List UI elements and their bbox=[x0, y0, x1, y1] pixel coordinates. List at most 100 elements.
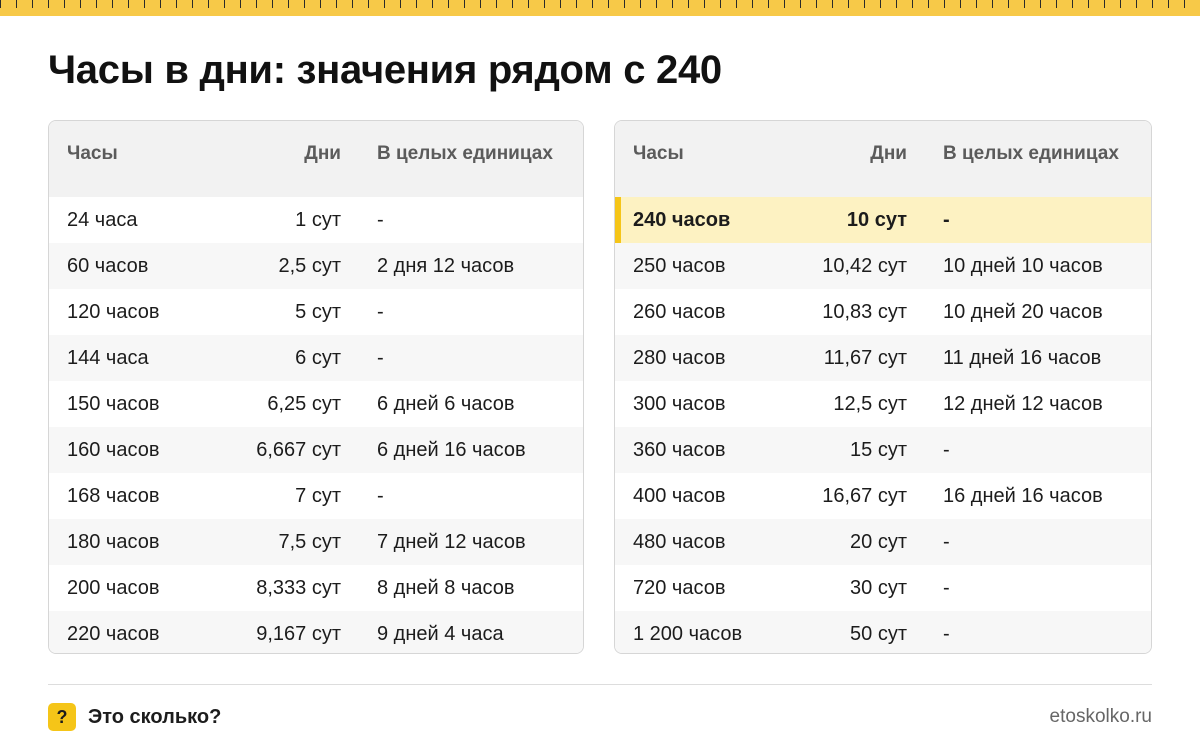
cell-hours: 60 часов bbox=[67, 254, 149, 277]
table-row-highlighted: 240 часов 10 сут - bbox=[615, 197, 1151, 243]
cell-days: 10 сут bbox=[846, 208, 907, 231]
column-header-hours: Часы bbox=[67, 143, 118, 164]
table-row: 720 часов 30 сут - bbox=[615, 565, 1151, 611]
table-row: 160 часов 6,667 сут 6 дней 16 часов bbox=[49, 427, 583, 473]
cell-days: 9,167 сут bbox=[256, 622, 341, 645]
cell-whole-units: 9 дней 4 часа bbox=[377, 622, 504, 645]
cell-whole-units: 10 дней 10 часов bbox=[943, 254, 1103, 277]
cell-whole-units: - bbox=[377, 484, 384, 507]
column-header-days: Дни bbox=[304, 143, 341, 164]
cell-whole-units: 7 дней 12 часов bbox=[377, 530, 526, 553]
cell-days: 12,5 сут bbox=[833, 392, 907, 415]
conversion-table-left: Часы Дни В целых единицах 24 часа 1 сут - 6… bbox=[49, 121, 583, 653]
cell-days: 7,5 сут bbox=[278, 530, 341, 553]
cell-whole-units: 6 дней 16 часов bbox=[377, 438, 526, 461]
table-row: 280 часов 11,67 сут 11 дней 16 часов bbox=[615, 335, 1151, 381]
cell-days: 6,25 сут bbox=[267, 392, 341, 415]
cell-hours: 160 часов bbox=[67, 438, 160, 461]
cell-hours: 360 часов bbox=[633, 438, 726, 461]
cell-days: 20 сут bbox=[850, 530, 907, 553]
table-row: 144 часа 6 сут - bbox=[49, 335, 583, 381]
table-body-right: 240 часов 10 сут - 250 часов 10,42 сут 10 дне… bbox=[615, 197, 1151, 653]
cell-days: 10,42 сут bbox=[822, 254, 907, 277]
table-row: 250 часов 10,42 сут 10 дней 10 часов bbox=[615, 243, 1151, 289]
cell-hours: 150 часов bbox=[67, 392, 160, 415]
cell-whole-units: - bbox=[943, 438, 950, 461]
conversion-table-right: Часы Дни В целых единицах 240 часов 10 су… bbox=[615, 121, 1151, 653]
cell-hours: 24 часа bbox=[67, 208, 138, 231]
page-title: Часы в дни: значения рядом с 240 bbox=[48, 48, 722, 92]
cell-whole-units: - bbox=[377, 346, 384, 369]
cell-whole-units: - bbox=[943, 208, 950, 231]
cell-whole-units: 12 дней 12 часов bbox=[943, 392, 1103, 415]
cell-days: 11,67 сут bbox=[823, 346, 907, 369]
cell-hours: 400 часов bbox=[633, 484, 726, 507]
column-header-hours: Часы bbox=[633, 143, 684, 164]
table-row: 300 часов 12,5 сут 12 дней 12 часов bbox=[615, 381, 1151, 427]
cell-hours: 240 часов bbox=[615, 197, 777, 243]
cell-hours: 180 часов bbox=[67, 530, 160, 553]
cell-whole-units: - bbox=[377, 300, 384, 323]
cell-days: 6 сут bbox=[295, 346, 341, 369]
table-row: 1 200 часов 50 сут - bbox=[615, 611, 1151, 653]
table-row: 150 часов 6,25 сут 6 дней 6 часов bbox=[49, 381, 583, 427]
cell-hours: 300 часов bbox=[633, 392, 726, 415]
cell-whole-units: 2 дня 12 часов bbox=[377, 254, 515, 277]
cell-days: 50 сут bbox=[850, 622, 907, 645]
cell-hours: 480 часов bbox=[633, 530, 726, 553]
table-row: 400 часов 16,67 сут 16 дней 16 часов bbox=[615, 473, 1151, 519]
table-row: 24 часа 1 сут - bbox=[49, 197, 583, 243]
table-header-row: Часы Дни В целых единицах bbox=[49, 121, 583, 197]
table-row: 60 часов 2,5 сут 2 дня 12 часов bbox=[49, 243, 583, 289]
cell-whole-units: 11 дней 16 часов bbox=[943, 346, 1102, 369]
cell-hours: 280 часов bbox=[633, 346, 726, 369]
table-header-row: Часы Дни В целых единицах bbox=[615, 121, 1151, 197]
table-row: 168 часов 7 сут - bbox=[49, 473, 583, 519]
table-card-right: Часы Дни В целых единицах 240 часов 10 су… bbox=[614, 120, 1152, 654]
brand-name: Это сколько? bbox=[88, 706, 222, 728]
table-row: 220 часов 9,167 сут 9 дней 4 часа bbox=[49, 611, 583, 653]
cell-hours: 168 часов bbox=[67, 484, 160, 507]
cell-days: 6,667 сут bbox=[256, 438, 341, 461]
cell-hours: 260 часов bbox=[633, 300, 726, 323]
ruler-stripe bbox=[0, 0, 1200, 16]
cell-days: 10,83 сут bbox=[822, 300, 907, 323]
cell-whole-units: - bbox=[943, 530, 950, 553]
table-row: 360 часов 15 сут - bbox=[615, 427, 1151, 473]
cell-hours: 200 часов bbox=[67, 576, 160, 599]
cell-days: 15 сут bbox=[850, 438, 907, 461]
cell-whole-units: 10 дней 20 часов bbox=[943, 300, 1103, 323]
column-header-whole-units: В целых единицах bbox=[377, 143, 553, 164]
table-row: 480 часов 20 сут - bbox=[615, 519, 1151, 565]
table-row: 200 часов 8,333 сут 8 дней 8 часов bbox=[49, 565, 583, 611]
cell-hours: 250 часов bbox=[633, 254, 726, 277]
cell-days: 8,333 сут bbox=[256, 576, 341, 599]
cell-hours: 120 часов bbox=[67, 300, 160, 323]
table-row: 180 часов 7,5 сут 7 дней 12 часов bbox=[49, 519, 583, 565]
cell-whole-units: - bbox=[943, 622, 950, 645]
cell-hours: 720 часов bbox=[633, 576, 726, 599]
cell-whole-units: - bbox=[943, 576, 950, 599]
cell-whole-units: 8 дней 8 часов bbox=[377, 576, 515, 599]
cell-days: 5 сут bbox=[295, 300, 341, 323]
cell-hours: 144 часа bbox=[67, 346, 149, 369]
table-body-left: 24 часа 1 сут - 60 часов 2,5 сут 2 дня 12 час… bbox=[49, 197, 583, 653]
column-header-days: Дни bbox=[870, 143, 907, 164]
cell-days: 16,67 сут bbox=[822, 484, 907, 507]
cell-hours: 220 часов bbox=[67, 622, 160, 645]
cell-days: 2,5 сут bbox=[278, 254, 341, 277]
table-row: 260 часов 10,83 сут 10 дней 20 часов bbox=[615, 289, 1151, 335]
cell-whole-units: 6 дней 6 часов bbox=[377, 392, 515, 415]
cell-days: 30 сут bbox=[850, 576, 907, 599]
cell-whole-units: 16 дней 16 часов bbox=[943, 484, 1103, 507]
cell-hours: 1 200 часов bbox=[633, 622, 743, 645]
table-card-left: Часы Дни В целых единицах 24 часа 1 сут - 6… bbox=[48, 120, 584, 654]
cell-whole-units: - bbox=[377, 208, 384, 231]
question-icon: ? bbox=[48, 703, 76, 731]
cell-days: 7 сут bbox=[295, 484, 341, 507]
footer-divider bbox=[48, 684, 1152, 685]
site-link[interactable]: etoskolko.ru bbox=[1050, 704, 1152, 730]
column-header-whole-units: В целых единицах bbox=[943, 143, 1119, 164]
cell-days: 1 сут bbox=[295, 208, 341, 231]
table-row: 120 часов 5 сут - bbox=[49, 289, 583, 335]
